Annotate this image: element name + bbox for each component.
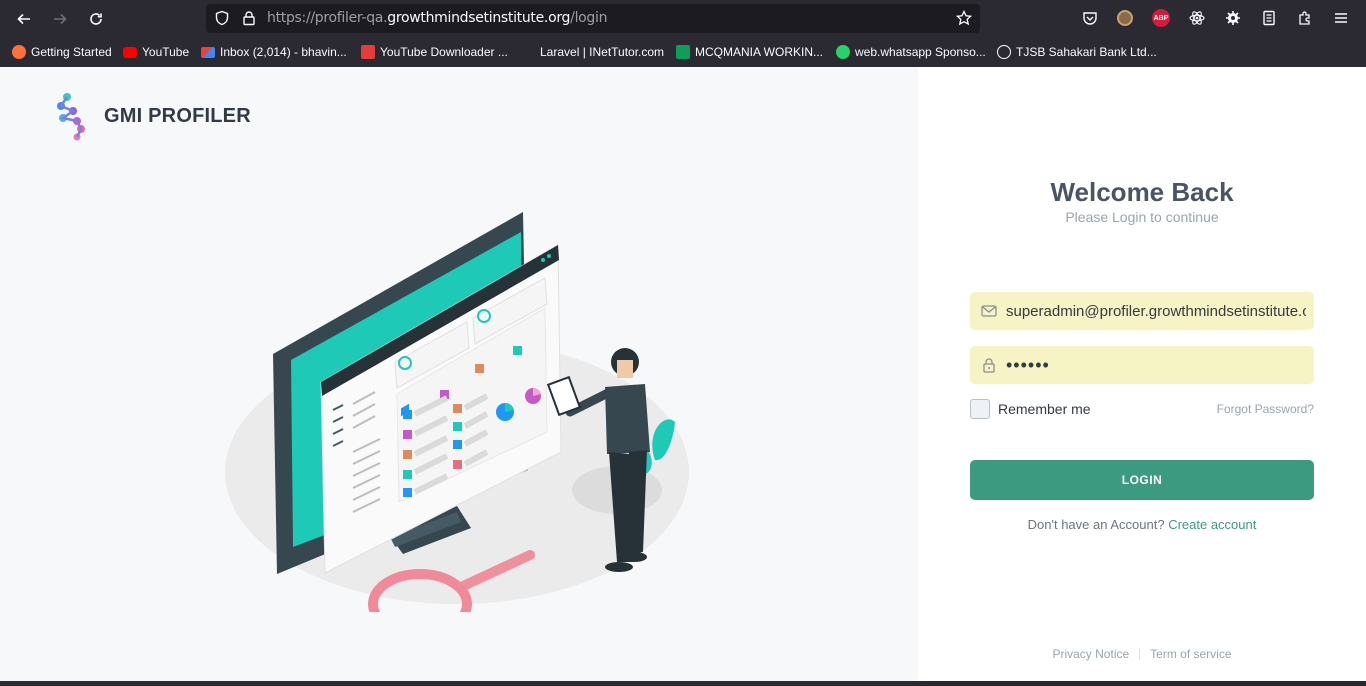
extension-gear-icon[interactable]	[1224, 9, 1242, 27]
download-icon	[361, 45, 375, 59]
back-arrow-icon[interactable]	[12, 7, 36, 31]
bookmark-label: YouTube Downloader ...	[380, 45, 508, 59]
brand-name: GMI PROFILER	[104, 104, 251, 127]
bookmark-getting-started[interactable]: Getting Started	[12, 44, 112, 60]
react-devtools-icon[interactable]	[1188, 9, 1206, 27]
bookmark-label: Getting Started	[31, 45, 112, 59]
password-field[interactable]	[970, 346, 1314, 384]
firefox-icon	[12, 45, 26, 59]
star-bookmark-icon[interactable]	[956, 10, 972, 26]
reload-icon[interactable]	[84, 7, 108, 31]
email-field[interactable]	[970, 292, 1314, 330]
gmi-logo-icon	[57, 93, 85, 141]
bookmark-whatsapp[interactable]: web.whatsapp Sponso...	[836, 44, 986, 60]
youtube-icon	[123, 46, 137, 58]
footer-links: Privacy Notice Term of service	[918, 647, 1366, 661]
taskbar-strip	[0, 681, 1366, 686]
forgot-password-link[interactable]: Forgot Password?	[1217, 402, 1314, 416]
bookmark-label: TJSB Sahakari Bank Ltd...	[1016, 45, 1157, 59]
lock-icon	[983, 358, 995, 373]
create-account-link[interactable]: Create account	[1168, 517, 1256, 532]
bookmark-label: YouTube	[142, 45, 190, 59]
bookmark-laravel[interactable]: Laravel | INetTutor.com	[521, 44, 664, 60]
illustration-panel: GMI PROFILER	[0, 67, 918, 681]
bookmark-label: MCQMANIA WORKIN...	[695, 45, 824, 59]
url-path: /login	[570, 10, 608, 26]
url-text[interactable]: https://profiler-qa.growthmindsetinstitu…	[267, 10, 607, 26]
bookmarks-bar: Getting Started YouTube Inbox (2,014) - …	[0, 38, 1366, 67]
bookmark-label: Inbox (2,014) - bhavin...	[220, 45, 347, 59]
forward-arrow-icon[interactable]	[48, 7, 72, 31]
terms-of-service-link[interactable]: Term of service	[1150, 647, 1231, 661]
login-button[interactable]: LOGIN	[970, 460, 1314, 500]
lock-icon[interactable]	[241, 10, 257, 26]
whatsapp-icon	[836, 45, 850, 59]
login-page: GMI PROFILER Welcome Back Please Login t…	[0, 67, 1366, 681]
sheets-icon	[676, 45, 690, 59]
brand-logo[interactable]: GMI PROFILER	[55, 91, 251, 141]
remember-me-checkbox[interactable]	[970, 399, 990, 419]
hamburger-menu-icon[interactable]	[1332, 9, 1350, 27]
bookmark-gmail-inbox[interactable]: Inbox (2,014) - bhavin...	[201, 44, 347, 60]
abp-label: ABP	[1152, 9, 1170, 27]
envelope-icon	[981, 305, 997, 317]
login-subtitle: Please Login to continue	[1065, 209, 1219, 225]
password-input[interactable]	[1006, 354, 1306, 376]
bookmark-tjsb-bank[interactable]: TJSB Sahakari Bank Ltd...	[997, 44, 1157, 60]
remember-me-label[interactable]: Remember me	[998, 401, 1091, 417]
url-host: growthmindsetinstitute.org	[387, 10, 571, 26]
bookmark-youtube[interactable]: YouTube	[123, 44, 189, 60]
dashboard-illustration	[225, 212, 689, 612]
gmail-icon	[201, 46, 215, 58]
bookmark-youtube-downloader[interactable]: YouTube Downloader ...	[361, 44, 508, 60]
profile-avatar-icon[interactable]	[1116, 9, 1134, 27]
privacy-notice-link[interactable]: Privacy Notice	[1052, 647, 1129, 661]
login-panel: Welcome Back Please Login to continue Re…	[918, 67, 1366, 681]
address-bar[interactable]: https://profiler-qa.growthmindsetinstitu…	[206, 4, 980, 33]
remember-me[interactable]: Remember me	[970, 399, 1091, 419]
email-input[interactable]	[1006, 302, 1306, 320]
bookmark-label: web.whatsapp Sponso...	[855, 45, 986, 59]
browser-toolbar: https://profiler-qa.growthmindsetinstitu…	[0, 0, 1366, 38]
blank-icon	[521, 45, 535, 59]
signup-prompt-text: Don't have an Account?	[1027, 517, 1165, 532]
reader-view-icon[interactable]	[1260, 9, 1278, 27]
extensions-puzzle-icon[interactable]	[1296, 9, 1314, 27]
signup-prompt: Don't have an Account? Create account	[918, 517, 1366, 532]
bookmark-mcqmania[interactable]: MCQMANIA WORKIN...	[676, 44, 823, 60]
pocket-icon[interactable]	[1081, 9, 1099, 27]
globe-icon	[997, 45, 1011, 59]
url-prefix: https://profiler-qa.	[267, 10, 388, 26]
bookmark-label: Laravel | INetTutor.com	[540, 45, 665, 59]
login-title: Welcome Back	[1050, 177, 1234, 207]
adblock-plus-icon[interactable]: ABP	[1152, 9, 1170, 27]
shield-icon[interactable]	[214, 10, 230, 26]
footer-divider	[1139, 649, 1141, 661]
